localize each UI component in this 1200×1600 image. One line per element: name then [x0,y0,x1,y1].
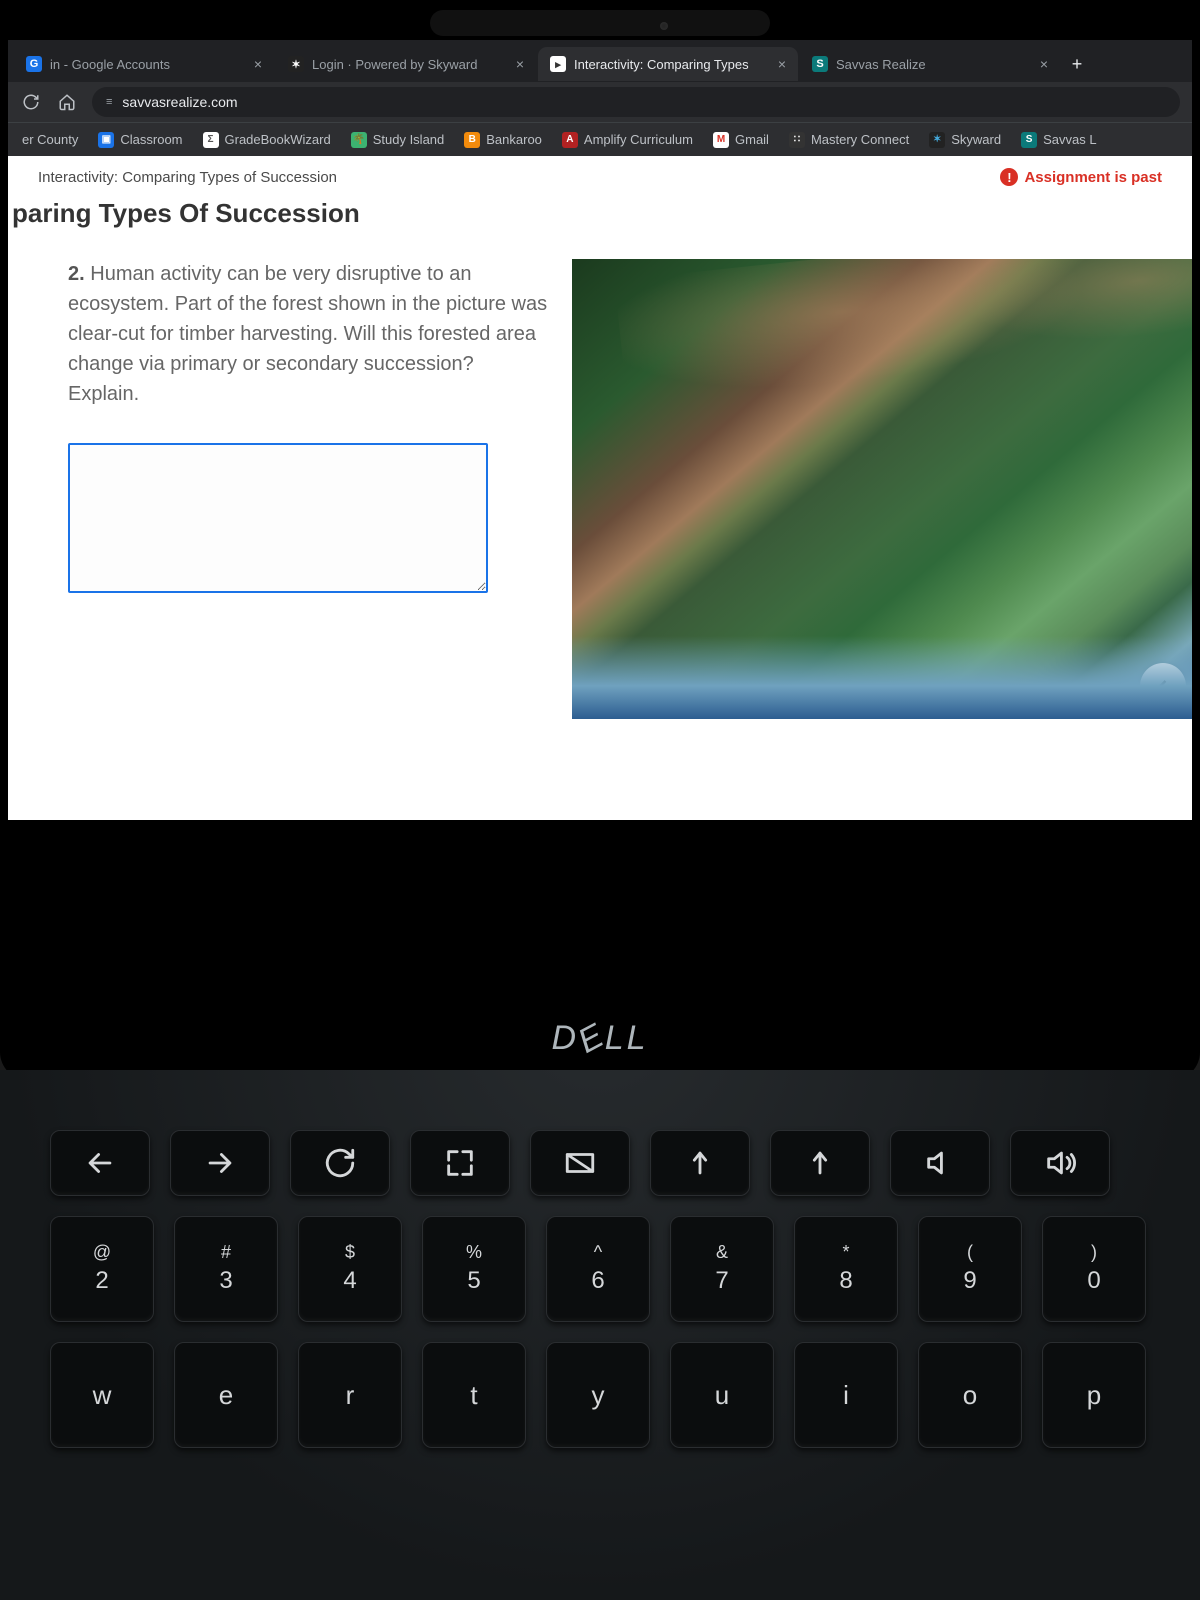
letter-key-u[interactable]: u [670,1342,774,1448]
bookmark-study-island[interactable]: 🌴Study Island [351,132,445,148]
close-tab-icon[interactable]: × [254,56,262,72]
letter-key-o[interactable]: o [918,1342,1022,1448]
close-tab-icon[interactable]: × [516,56,524,72]
bookmark-mastery-connect[interactable]: ∷Mastery Connect [789,132,909,148]
fn-key[interactable] [650,1130,750,1196]
close-tab-icon[interactable]: × [1040,56,1048,72]
succession-forest-image [572,259,1192,719]
webcam-notch [430,10,770,36]
function-key-row [50,1130,1150,1196]
amplify-icon: A [562,132,578,148]
home-icon[interactable] [56,91,78,113]
address-bar[interactable]: ≡ savvasrealize.com [92,87,1180,117]
fn-key[interactable] [290,1130,390,1196]
tab-title: Savvas Realize [836,57,926,72]
letter-key-t[interactable]: t [422,1342,526,1448]
fn-key[interactable] [890,1130,990,1196]
bookmark-skyward[interactable]: ✶Skyward [929,132,1001,148]
skyward-icon: ✶ [929,132,945,148]
fn-key[interactable] [770,1130,870,1196]
bookmark-savvas[interactable]: SSavvas L [1021,132,1096,148]
fn-key[interactable] [530,1130,630,1196]
site-info-icon[interactable]: ≡ [106,96,112,108]
browser-window: G in - Google Accounts × ✶ Login · Power… [8,40,1192,820]
question-body: Human activity can be very disruptive to… [68,263,547,405]
number-key-row: @2#3$4%5^6&7*8(9)0 [50,1216,1150,1322]
bookmark-bankaroo[interactable]: BBankaroo [464,132,542,148]
laptop-keyboard: @2#3$4%5^6&7*8(9)0 wertyuiop [0,1070,1200,1600]
number-key-0[interactable]: )0 [1042,1216,1146,1322]
question-number: 2. [68,263,85,285]
page-content: Interactivity: Comparing Types of Succes… [8,156,1192,820]
bookmark-gradebookwizard[interactable]: ΣGradeBookWizard [203,132,331,148]
letter-key-p[interactable]: p [1042,1342,1146,1448]
close-tab-icon[interactable]: × [778,56,786,72]
bankaroo-icon: B [464,132,480,148]
tab-title: in - Google Accounts [50,57,170,72]
google-favicon-icon: G [26,56,42,72]
bookmark-amplify[interactable]: AAmplify Curriculum [562,132,693,148]
letter-key-r[interactable]: r [298,1342,402,1448]
mastery-connect-icon: ∷ [789,132,805,148]
realize-favicon-icon: ▸ [550,56,566,72]
number-key-6[interactable]: ^6 [546,1216,650,1322]
tab-title: Login · Powered by Skyward [312,57,477,72]
letter-key-i[interactable]: i [794,1342,898,1448]
alert-icon: ! [1000,168,1018,186]
tab-title: Interactivity: Comparing Types [574,57,749,72]
tab-skyward-login[interactable]: ✶ Login · Powered by Skyward × [276,47,536,81]
gmail-icon: M [713,132,729,148]
reload-icon[interactable] [20,91,42,113]
letter-key-e[interactable]: e [174,1342,278,1448]
breadcrumb: Interactivity: Comparing Types of Succes… [38,169,337,186]
classroom-icon: ▣ [98,132,114,148]
tab-interactivity-active[interactable]: ▸ Interactivity: Comparing Types × [538,47,798,81]
skyward-favicon-icon: ✶ [288,56,304,72]
page-title: paring Types Of Succession [8,192,1192,239]
bookmark-gmail[interactable]: MGmail [713,132,769,148]
previous-image-button[interactable] [1140,663,1186,709]
tab-savvas-realize[interactable]: S Savvas Realize × [800,47,1060,81]
fn-key[interactable] [170,1130,270,1196]
laptop-screen: G in - Google Accounts × ✶ Login · Power… [0,0,1200,1080]
number-key-3[interactable]: #3 [174,1216,278,1322]
new-tab-button[interactable]: + [1062,49,1092,79]
question-block: 2. Human activity can be very disruptive… [68,259,548,719]
bookmark-classroom[interactable]: ▣Classroom [98,132,182,148]
number-key-8[interactable]: *8 [794,1216,898,1322]
alpha-key-row: wertyuiop [50,1342,1150,1448]
fn-key[interactable] [1010,1130,1110,1196]
letter-key-y[interactable]: y [546,1342,650,1448]
fn-key[interactable] [410,1130,510,1196]
browser-toolbar: ≡ savvasrealize.com [8,82,1192,122]
number-key-2[interactable]: @2 [50,1216,154,1322]
answer-input[interactable] [68,443,488,593]
number-key-7[interactable]: &7 [670,1216,774,1322]
tab-google-accounts[interactable]: G in - Google Accounts × [14,47,274,81]
savvas-icon: S [1021,132,1037,148]
number-key-4[interactable]: $4 [298,1216,402,1322]
webcam-lens [660,22,668,30]
number-key-9[interactable]: (9 [918,1216,1022,1322]
bookmarks-bar: er County ▣Classroom ΣGradeBookWizard 🌴S… [8,122,1192,156]
fn-key[interactable] [50,1130,150,1196]
number-key-5[interactable]: %5 [422,1216,526,1322]
study-island-icon: 🌴 [351,132,367,148]
gradebook-icon: Σ [203,132,219,148]
question-text: 2. Human activity can be very disruptive… [68,259,548,409]
bookmark-er-county[interactable]: er County [22,132,78,147]
tab-strip: G in - Google Accounts × ✶ Login · Power… [8,40,1192,82]
url-domain: savvasrealize.com [122,94,237,110]
dell-brand-logo: DELL [551,1019,648,1058]
savvas-favicon-icon: S [812,56,828,72]
letter-key-w[interactable]: w [50,1342,154,1448]
assignment-past-due-alert: ! Assignment is past [1000,168,1162,186]
